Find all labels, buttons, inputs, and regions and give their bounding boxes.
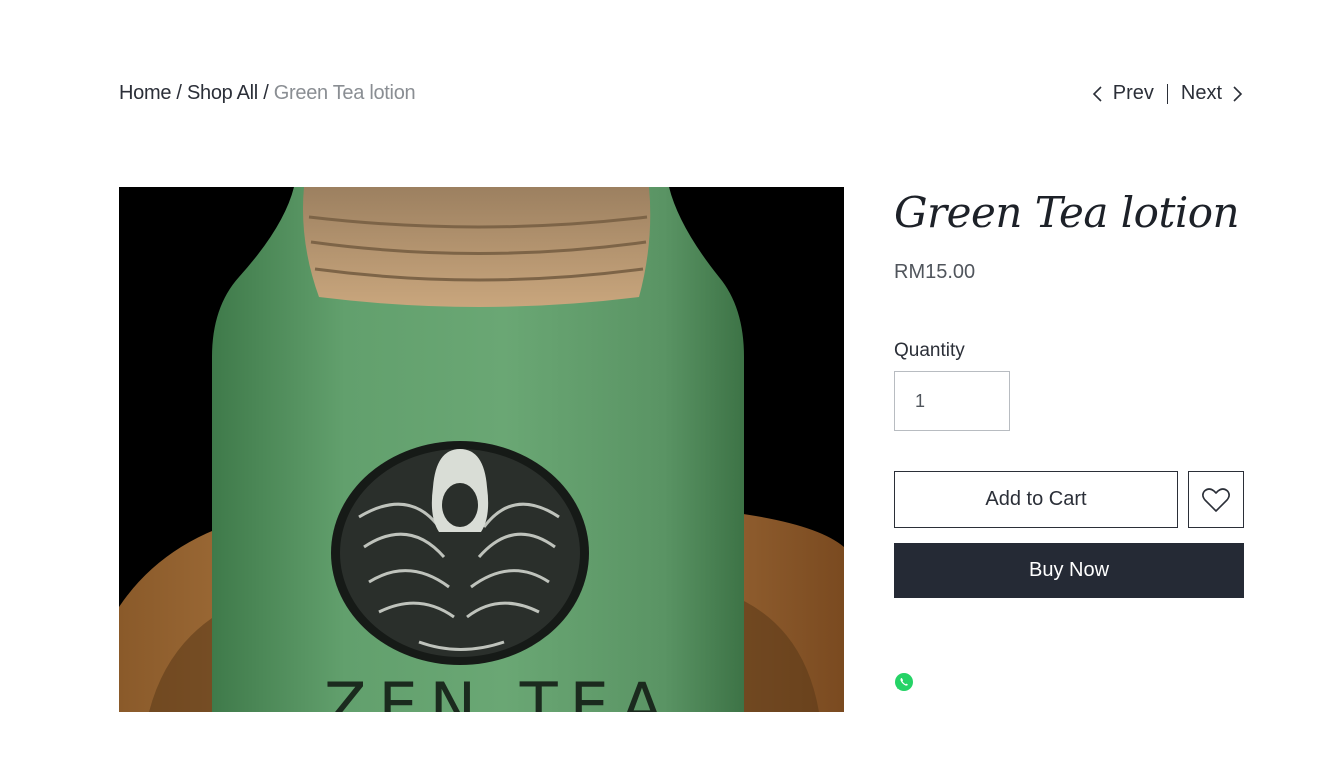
product-pager: Prev Next [1091,82,1244,105]
breadcrumb-separator: / [263,82,269,104]
next-label: Next [1180,82,1222,104]
breadcrumb-separator: / [176,82,182,104]
cart-actions: Add to Cart [894,471,1244,528]
product-photo: ZEN TEA [119,187,844,712]
breadcrumb-home-link[interactable]: Home [119,82,171,104]
product-title: Green Tea lotion [894,188,1240,237]
pager-divider [1166,83,1168,104]
breadcrumb-current: Green Tea lotion [273,82,416,104]
breadcrumb-shop-all-link[interactable]: Shop All [187,82,258,104]
chevron-left-icon [1092,85,1102,102]
add-to-cart-button[interactable]: Add to Cart [894,471,1178,528]
next-product-link[interactable]: Next [1181,82,1244,105]
prev-label: Prev [1112,82,1154,104]
quantity-input[interactable] [894,371,1010,431]
chevron-right-icon [1233,85,1243,102]
heart-icon [1202,487,1230,512]
product-image[interactable]: ZEN TEA [119,187,844,712]
quantity-label: Quantity [894,340,965,361]
prev-product-link[interactable]: Prev [1091,82,1154,105]
bottle-brand-text: ZEN TEA [324,669,675,712]
product-info: Green Tea lotion RM15.00 Quantity Add to… [894,187,1244,692]
product-price: RM15.00 [894,261,976,283]
buy-now-button[interactable]: Buy Now [894,543,1244,598]
whatsapp-icon [895,673,913,691]
whatsapp-share-button[interactable] [894,672,914,692]
breadcrumb: Home / Shop All / Green Tea lotion [119,82,416,105]
wishlist-button[interactable] [1188,471,1244,528]
